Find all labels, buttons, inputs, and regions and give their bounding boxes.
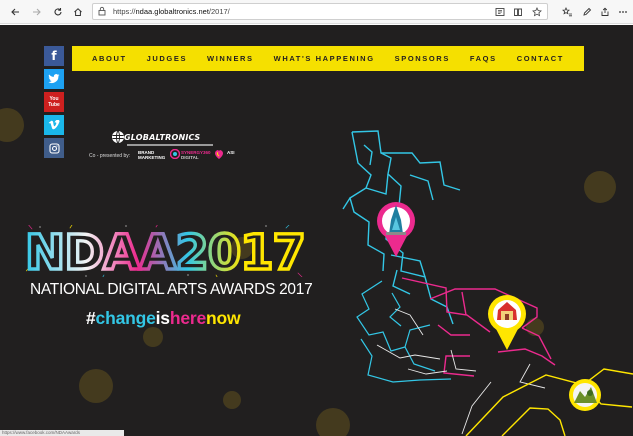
hashtag: #changeisherenow xyxy=(86,308,241,329)
status-bar-url: https://www.facebook.com/NDAAwards xyxy=(0,430,124,436)
sponsor-asi: ASI xyxy=(227,150,235,155)
sponsor-synergy: SYNERGY360 DIGITAL xyxy=(181,150,211,160)
map-pin-bottom xyxy=(569,379,601,411)
asi-logo-icon xyxy=(215,150,223,159)
more-button[interactable] xyxy=(614,0,632,24)
favorites-hub-icon xyxy=(561,7,572,17)
reading-view-icon[interactable] xyxy=(495,7,505,17)
nav-about[interactable]: ABOUT xyxy=(92,54,127,63)
refresh-button[interactable] xyxy=(48,0,68,24)
nav-winners[interactable]: WINNERS xyxy=(207,54,254,63)
nav-faqs[interactable]: FAQS xyxy=(470,54,497,63)
twitter-link[interactable] xyxy=(44,69,64,89)
globe-icon xyxy=(112,130,124,144)
hashtag-is: is xyxy=(155,308,170,328)
reading-list-icon[interactable] xyxy=(513,7,523,17)
sponsor-1-line2: MARKETING xyxy=(138,155,166,160)
url-text: https://ndaa.globaltronics.net/2017/ xyxy=(113,6,230,17)
hashtag-here: here xyxy=(169,308,206,328)
home-button[interactable] xyxy=(68,0,88,24)
hashtag-now: now xyxy=(206,308,241,328)
instagram-icon xyxy=(48,142,60,154)
map-pin-magenta xyxy=(377,202,415,257)
nav-sponsors[interactable]: SPONSORS xyxy=(395,54,450,63)
refresh-icon xyxy=(54,8,62,16)
brand-name: GLOBALTRONICS xyxy=(124,133,201,142)
nav-judges[interactable]: JUDGES xyxy=(147,54,187,63)
address-bar[interactable]: https://ndaa.globaltronics.net/2017/ xyxy=(92,3,548,20)
back-button[interactable] xyxy=(5,0,25,24)
more-dots-icon xyxy=(619,11,627,13)
twitter-bird-icon xyxy=(48,74,60,84)
web-page: f You Tube ABOUT JUDGES WINNERS WHAT'S H… xyxy=(0,25,633,436)
favorite-star-icon[interactable] xyxy=(532,7,542,17)
vimeo-icon xyxy=(48,120,60,130)
logo-text: NDAA2017 xyxy=(26,225,304,277)
lock-icon xyxy=(98,6,106,16)
vimeo-link[interactable] xyxy=(44,115,64,135)
main-nav: ABOUT JUDGES WINNERS WHAT'S HAPPENING SP… xyxy=(72,46,584,71)
instagram-link[interactable] xyxy=(44,138,64,158)
browser-toolbar: https://ndaa.globaltronics.net/2017/ xyxy=(0,0,633,24)
map-streets-yellow xyxy=(465,368,633,436)
sponsor-2-line2: DIGITAL xyxy=(181,155,199,160)
facebook-icon: f xyxy=(51,49,57,63)
share-icon xyxy=(601,7,609,16)
hashtag-change: change xyxy=(95,308,156,328)
map-pin-yellow xyxy=(488,295,526,350)
pen-icon xyxy=(583,7,592,16)
sponsor-brand-marketing: BRAND MARKETING xyxy=(138,150,165,160)
share-button[interactable] xyxy=(596,0,614,24)
ndaa2017-logo: NDAA2017 xyxy=(26,225,304,277)
synergy-logo-icon xyxy=(170,149,180,159)
youtube-icon: You Tube xyxy=(48,96,60,108)
forward-arrow-icon xyxy=(33,8,41,16)
youtube-link[interactable]: You Tube xyxy=(44,92,64,112)
brand-tagline-bar xyxy=(127,144,213,146)
url-path: /2017/ xyxy=(208,7,230,16)
facebook-link[interactable]: f xyxy=(44,46,64,66)
nav-contact[interactable]: CONTACT xyxy=(517,54,564,63)
forward-button[interactable] xyxy=(27,0,47,24)
copresented-label: Co - presented by: xyxy=(89,153,131,159)
social-sidebar: f You Tube xyxy=(44,46,64,161)
sponsor-3-line1: ASI xyxy=(227,150,235,155)
url-prefix: https:// xyxy=(113,7,136,16)
nav-whats-happening[interactable]: WHAT'S HAPPENING xyxy=(274,54,375,63)
home-icon xyxy=(74,8,82,16)
notes-button[interactable] xyxy=(578,0,596,24)
hero-subtitle: NATIONAL DIGITAL ARTS AWARDS 2017 xyxy=(30,281,313,298)
url-host: ndaa.globaltronics.net xyxy=(135,7,209,16)
hashtag-symbol: # xyxy=(86,308,96,328)
back-arrow-icon xyxy=(11,8,19,16)
favorites-hub-button[interactable] xyxy=(558,0,576,24)
